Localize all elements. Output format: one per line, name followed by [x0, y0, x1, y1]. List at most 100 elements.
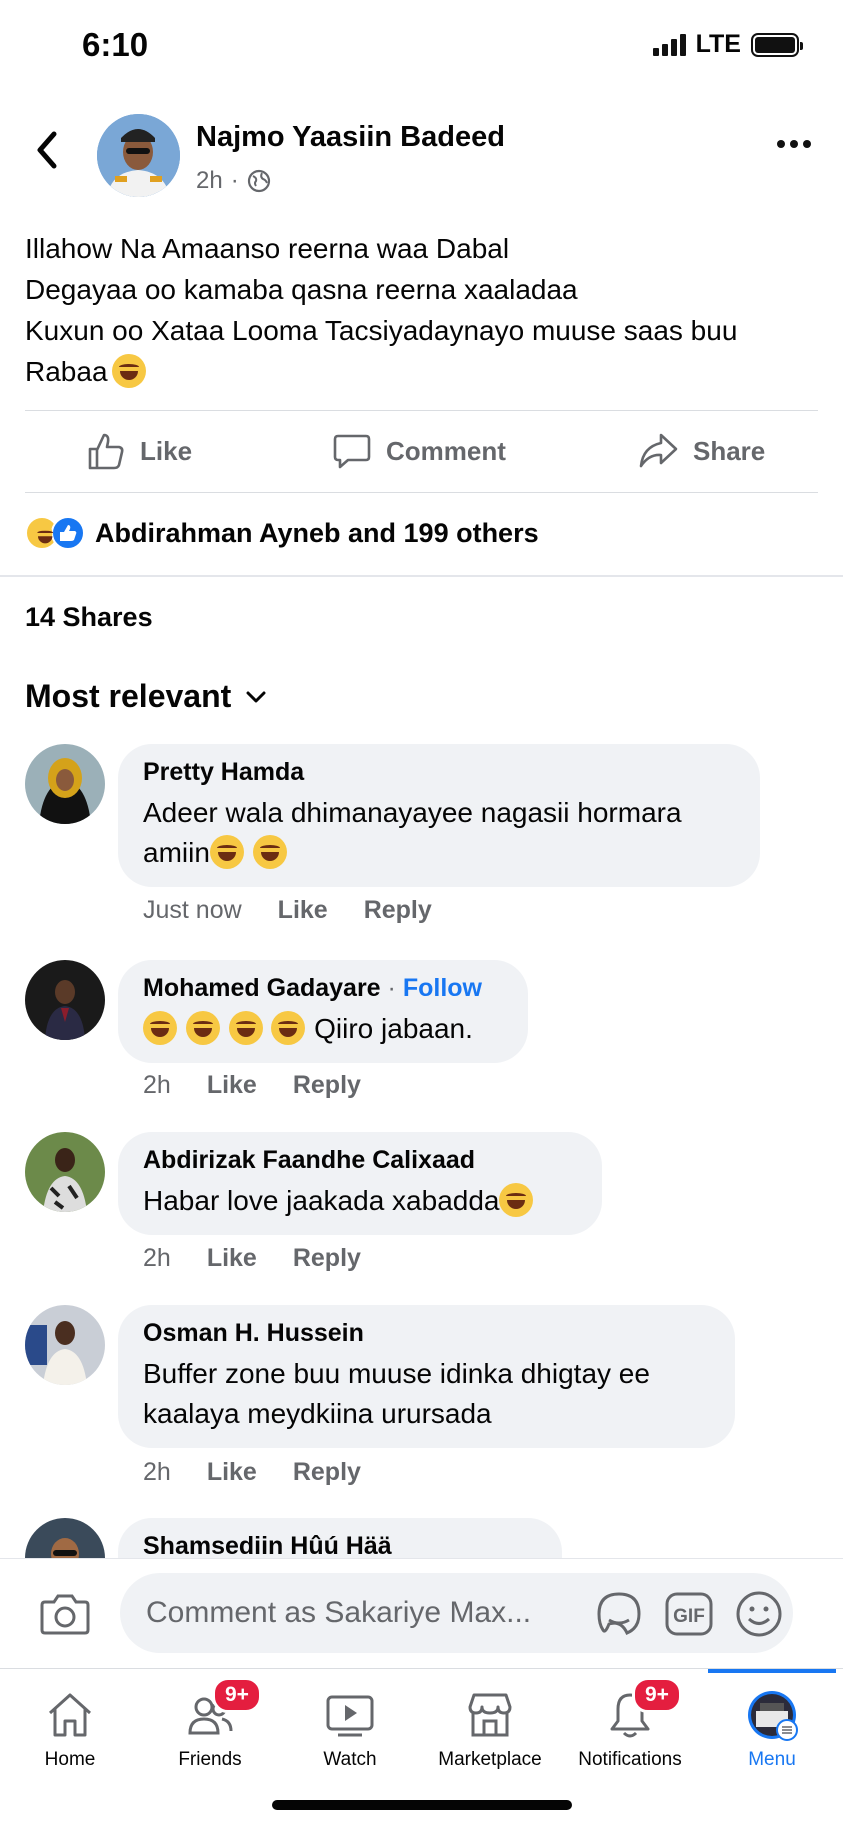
- comment-like-button[interactable]: Like: [278, 896, 328, 925]
- comment-meta: 2h Like Reply: [143, 1244, 361, 1273]
- comment-meta: 2h Like Reply: [143, 1458, 361, 1487]
- commenter-name[interactable]: Abdirizak Faandhe Calixaad: [143, 1146, 578, 1175]
- commenter-name[interactable]: Pretty Hamda: [143, 758, 736, 787]
- reactions-summary[interactable]: Abdirahman Ayneb and 199 others: [25, 516, 539, 550]
- commenter-avatar[interactable]: [25, 960, 105, 1040]
- profile-menu-icon: [748, 1691, 798, 1741]
- gif-icon[interactable]: GIF: [665, 1592, 713, 1636]
- comment-time: 2h: [143, 1244, 171, 1272]
- comment-bubble[interactable]: Mohamed Gadayare · Follow Qiiro jabaan.: [118, 960, 528, 1063]
- rofl-emoji-icon: [228, 1011, 263, 1045]
- divider: [25, 492, 818, 493]
- share-button[interactable]: Share: [637, 418, 765, 484]
- notification-badge: 9+: [212, 1677, 262, 1713]
- comment-text-body: Habar love jaakada xabadda: [143, 1185, 500, 1216]
- comment-reply-button[interactable]: Reply: [293, 1244, 361, 1273]
- nav-friends[interactable]: 9+ Friends: [140, 1669, 280, 1779]
- sticker-icon[interactable]: [595, 1590, 643, 1638]
- like-button[interactable]: Like: [86, 418, 192, 484]
- home-indicator[interactable]: [272, 1800, 572, 1810]
- comment-time: 2h: [143, 1071, 171, 1099]
- post-time: 2h: [196, 167, 223, 194]
- post-text: Illahow Na Amaanso reerna waa Dabal Dega…: [25, 228, 825, 392]
- nav-label: Watch: [323, 1749, 377, 1770]
- comment-like-button[interactable]: Like: [207, 1071, 257, 1100]
- nav-label: Friends: [178, 1749, 242, 1770]
- post-author-name[interactable]: Najmo Yaasiin Badeed: [196, 121, 505, 154]
- status-indicators: LTE: [652, 30, 803, 59]
- shares-count[interactable]: 14 Shares: [25, 602, 153, 633]
- nav-home[interactable]: Home: [0, 1669, 140, 1779]
- home-icon: [48, 1693, 92, 1737]
- commenter-name[interactable]: Shamsediin Hûú Hää: [143, 1532, 538, 1561]
- comment-like-button[interactable]: Like: [207, 1244, 257, 1273]
- commenter-name[interactable]: Osman H. Hussein: [143, 1319, 711, 1348]
- comment-text: Buffer zone buu muuse idinka dhigtay ee …: [143, 1358, 650, 1429]
- like-label: Like: [140, 435, 193, 466]
- comment-placeholder: Comment as Sakariye Max...: [146, 1596, 532, 1629]
- globe-icon: [247, 169, 270, 193]
- comment-bubble[interactable]: Pretty Hamda Adeer wala dhimanayayee nag…: [118, 744, 760, 887]
- reactions-text: Abdirahman Ayneb and 199 others: [95, 517, 539, 548]
- nav-marketplace[interactable]: Marketplace: [420, 1669, 560, 1779]
- comment-meta: 2h Like Reply: [143, 1071, 361, 1100]
- commenter-name[interactable]: Mohamed Gadayare: [143, 974, 381, 1002]
- laughing-emoji-icon: [209, 835, 244, 869]
- rofl-emoji-icon: [271, 1011, 306, 1045]
- comment-reply-button[interactable]: Reply: [293, 1071, 361, 1100]
- comment-like-button[interactable]: Like: [207, 1458, 257, 1487]
- battery-icon: [751, 32, 803, 57]
- comment-label: Comment: [386, 435, 506, 466]
- sort-label: Most relevant: [25, 678, 232, 714]
- composer-tools: GIF: [595, 1590, 783, 1638]
- camera-icon[interactable]: [40, 1590, 90, 1636]
- section-divider: [0, 575, 843, 577]
- divider: [25, 410, 818, 411]
- comment-reply-button[interactable]: Reply: [293, 1458, 361, 1487]
- crying-emoji-icon: [111, 354, 146, 388]
- marketplace-icon: [468, 1693, 512, 1737]
- comment-bubble[interactable]: Osman H. Hussein Buffer zone buu muuse i…: [118, 1305, 735, 1448]
- nav-watch[interactable]: Watch: [280, 1669, 420, 1779]
- thumbs-up-icon: [88, 433, 124, 470]
- name-separator: ·: [387, 974, 396, 1002]
- like-reaction-icon: [51, 516, 85, 550]
- commenter-avatar[interactable]: [25, 744, 105, 824]
- sort-comments-dropdown[interactable]: Most relevant: [25, 678, 267, 715]
- commenter-avatar[interactable]: [25, 1132, 105, 1212]
- comment-text-body: Qiiro jabaan.: [314, 1013, 473, 1044]
- comment-text: Adeer wala dhimanayayee nagasii hormara …: [143, 793, 736, 873]
- network-label: LTE: [695, 30, 741, 58]
- notification-badge: 9+: [632, 1677, 682, 1713]
- comment-button[interactable]: Comment: [332, 418, 506, 484]
- nav-menu[interactable]: Menu: [702, 1669, 842, 1779]
- laughing-emoji-icon: [185, 1011, 220, 1045]
- nav-notifications[interactable]: 9+ Notifications: [560, 1669, 700, 1779]
- share-label: Share: [693, 435, 766, 466]
- follow-button[interactable]: Follow: [403, 974, 482, 1002]
- nav-label: Home: [44, 1749, 96, 1770]
- laughing-emoji-icon: [143, 1011, 177, 1045]
- nav-label: Menu: [748, 1749, 796, 1770]
- signal-icon: [652, 33, 686, 56]
- comment-time: 2h: [143, 1458, 171, 1486]
- more-options-icon[interactable]: [777, 140, 811, 148]
- laughing-emoji-icon: [252, 835, 287, 869]
- comment-text: Qiiro jabaan.: [143, 1009, 504, 1049]
- post-meta: 2h ·: [196, 167, 271, 195]
- post-actions: Like Comment Share: [0, 418, 843, 484]
- author-avatar[interactable]: [97, 114, 180, 197]
- status-time: 6:10: [82, 26, 149, 63]
- commenter-name-row: Mohamed Gadayare · Follow: [143, 974, 504, 1003]
- comment-bubble-icon: [333, 434, 371, 469]
- gif-label: GIF: [673, 1606, 705, 1627]
- comment-bubble[interactable]: Abdirizak Faandhe Calixaad Habar love ja…: [118, 1132, 602, 1235]
- emoji-smiley-icon[interactable]: [735, 1590, 783, 1638]
- comment-reply-button[interactable]: Reply: [364, 896, 432, 925]
- comment-meta: Just now Like Reply: [143, 896, 432, 925]
- comment-time: Just now: [143, 896, 242, 924]
- commenter-avatar[interactable]: [25, 1305, 105, 1385]
- comment-text: Habar love jaakada xabadda: [143, 1181, 578, 1221]
- nav-label: Notifications: [578, 1749, 682, 1770]
- back-arrow-icon[interactable]: [32, 130, 62, 170]
